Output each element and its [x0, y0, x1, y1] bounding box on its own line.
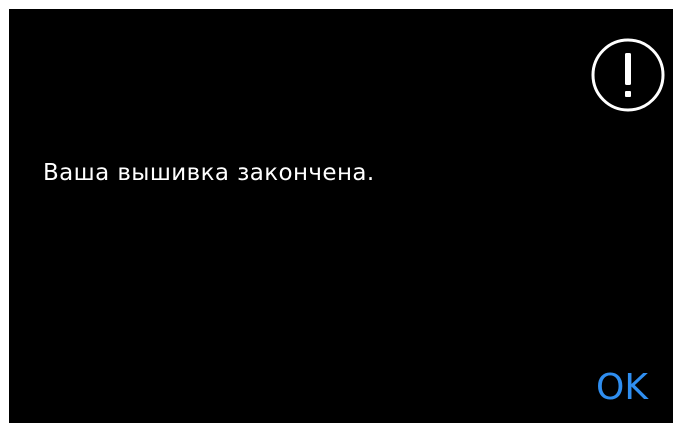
- exclamation-circle-icon: [590, 37, 666, 113]
- ok-button[interactable]: OK: [592, 366, 652, 410]
- alert-dialog: Ваша вышивка закончена. OK: [9, 9, 673, 423]
- dialog-message: Ваша вышивка закончена.: [43, 160, 375, 186]
